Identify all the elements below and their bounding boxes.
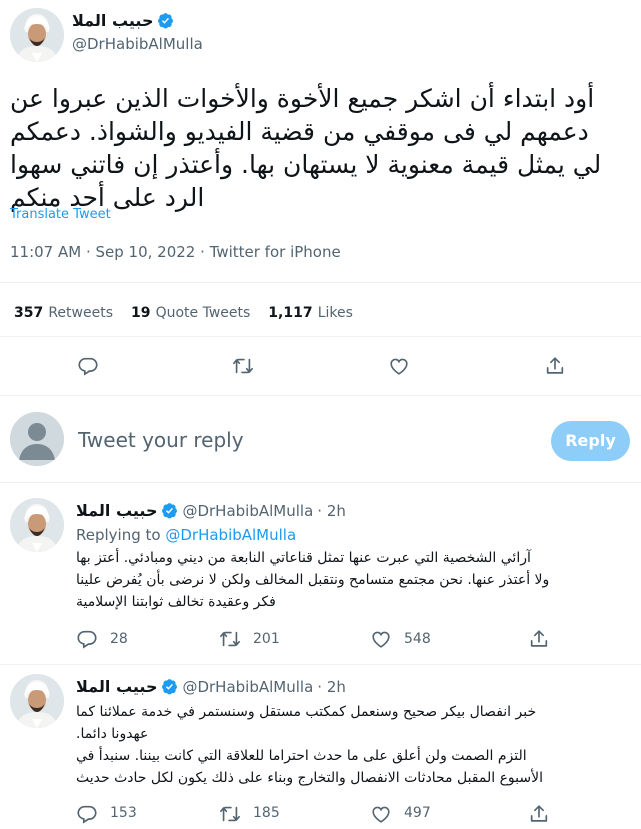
verified-badge-icon — [157, 12, 174, 29]
reply-author-avatar[interactable] — [10, 498, 64, 552]
heart-icon[interactable] — [388, 355, 410, 377]
quote-tweets-stat[interactable]: 19 Quote Tweets — [131, 302, 250, 321]
reply-text-line: آرائي الشخصية التي عبرت عنها تمثل قناعات… — [76, 550, 531, 566]
reply-author-avatar[interactable] — [10, 674, 64, 728]
quote-tweets-label: Quote Tweets — [155, 305, 251, 321]
retweet-count: 185 — [253, 805, 280, 821]
tweet-text-line: دعمهم لي فى موقفي من قضية الفيديو والشوا… — [10, 117, 589, 146]
tweet-timestamp[interactable]: 11:07 AM · Sep 10, 2022 · Twitter for iP… — [10, 243, 341, 261]
retweet-icon[interactable] — [219, 628, 239, 648]
reply-text-line: الأسبوع المقبل محادثات الانفصال والتخارج… — [76, 770, 543, 786]
retweet-icon[interactable] — [232, 355, 254, 377]
author-display-name[interactable]: حبيب الملا — [72, 11, 153, 30]
divider — [0, 282, 641, 283]
share-icon[interactable] — [528, 628, 548, 648]
reply-author-name[interactable]: حبيب الملا — [76, 677, 157, 696]
divider — [0, 664, 641, 665]
reply-text-line: فكر وعقيدة تخالف ثوابتنا الإسلامية — [76, 594, 276, 610]
share-icon[interactable] — [544, 355, 566, 377]
retweets-label: Retweets — [48, 305, 113, 321]
reply-author-row: حبيب الملا @DrHabibAlMulla · 2h — [76, 677, 346, 696]
reply-text: خبر انفصال بيكر صحيح وسنعمل كمكتب مستقل … — [76, 701, 630, 789]
author-handle[interactable]: @DrHabibAlMulla — [72, 35, 203, 53]
reply-author-row: حبيب الملا @DrHabibAlMulla · 2h — [76, 501, 346, 520]
tweet-stats: 357 Retweets 19 Quote Tweets 1,117 Likes — [14, 302, 353, 321]
like-count: 548 — [404, 631, 431, 647]
tweet-text-line: لي يمثل قيمة معنوية لا يستهان بها. وأعتذ… — [10, 150, 602, 179]
reply-author-name[interactable]: حبيب الملا — [76, 501, 157, 520]
reply-text-line: التزم الصمت ولن أعلق على ما حدث احتراما … — [76, 748, 527, 764]
replying-to-link[interactable]: @DrHabibAlMulla — [165, 526, 296, 544]
reply-input[interactable]: Tweet your reply — [78, 428, 244, 452]
share-icon[interactable] — [528, 803, 548, 823]
replying-to-prefix: Replying to — [76, 526, 161, 544]
default-avatar-icon — [10, 412, 64, 466]
reply-time[interactable]: · 2h — [317, 678, 346, 696]
reply-count: 28 — [110, 631, 128, 647]
reply-author-handle[interactable]: @DrHabibAlMulla — [182, 678, 313, 696]
replying-to: Replying to @DrHabibAlMulla — [76, 526, 296, 544]
likes-stat[interactable]: 1,117 Likes — [268, 302, 353, 321]
divider — [0, 482, 641, 483]
reply-count: 153 — [110, 805, 137, 821]
reply-text: آرائي الشخصية التي عبرت عنها تمثل قناعات… — [76, 547, 630, 613]
quote-tweets-count: 19 — [131, 305, 151, 321]
reply-icon[interactable] — [76, 628, 96, 648]
retweet-count: 201 — [253, 631, 280, 647]
reply-author-handle[interactable]: @DrHabibAlMulla — [182, 502, 313, 520]
reply-time[interactable]: · 2h — [317, 502, 346, 520]
author-name-row[interactable]: حبيب الملا — [72, 11, 174, 30]
retweets-count: 357 — [14, 305, 44, 321]
retweets-stat[interactable]: 357 Retweets — [14, 302, 113, 321]
verified-badge-icon — [161, 502, 178, 519]
likes-label: Likes — [317, 305, 353, 321]
reply-text-line: عهدونا دائما. — [76, 726, 149, 742]
verified-badge-icon — [161, 678, 178, 695]
tweet-text-line: أود ابتداء أن اشكر جميع الأخوة والأخوات … — [10, 84, 595, 113]
reply-icon[interactable] — [77, 355, 99, 377]
tweet-text: أود ابتداء أن اشكر جميع الأخوة والأخوات … — [10, 82, 632, 214]
translate-tweet-link[interactable]: Translate Tweet — [10, 207, 111, 222]
like-count: 497 — [404, 805, 431, 821]
reply-text-line: خبر انفصال بيكر صحيح وسنعمل كمكتب مستقل … — [76, 704, 537, 720]
likes-count: 1,117 — [268, 305, 313, 321]
retweet-icon[interactable] — [219, 803, 239, 823]
divider — [0, 395, 641, 396]
divider — [0, 336, 641, 337]
heart-icon[interactable] — [370, 803, 390, 823]
heart-icon[interactable] — [370, 628, 390, 648]
reply-text-line: ولا أعتذر عنها. نحن مجتمع متسامح ونتقبل … — [76, 572, 550, 588]
author-avatar[interactable] — [10, 8, 64, 62]
reply-button[interactable]: Reply — [551, 421, 630, 461]
reply-icon[interactable] — [76, 803, 96, 823]
